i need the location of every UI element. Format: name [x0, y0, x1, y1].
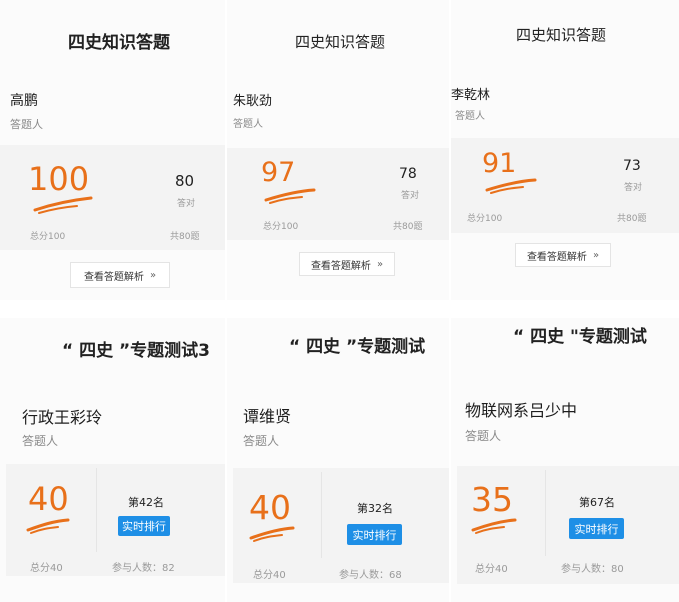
quiz-title: 四史知识答题 — [516, 26, 607, 44]
answerer-name: 行政王彩玲 — [22, 408, 103, 427]
correct-count: 80 — [175, 172, 195, 190]
correct-label: 答对 — [177, 199, 196, 209]
total-score-label: 总分100 — [467, 214, 503, 224]
quiz-title: 四史知识答题 — [295, 33, 386, 51]
view-analysis-button[interactable]: 查看答题解析 » — [515, 243, 611, 267]
quiz-title: “ 四史 "专题测试 — [513, 327, 647, 347]
live-ranking-button[interactable]: 实时排行 — [118, 516, 170, 536]
rank-value: 第67名 — [579, 496, 615, 509]
score-swoosh-icon — [249, 526, 295, 542]
card-divider — [96, 468, 97, 552]
bottom-card-3: “ 四史 "专题测试 物联网系吕少中 答题人 35 第67名 实时排行 总分40… — [451, 318, 679, 602]
bottom-card-2: “ 四史 ”专题测试 谭维贤 答题人 40 第32名 实时排行 总分40 参与人… — [227, 318, 449, 602]
answerer-name: 谭维贤 — [243, 407, 292, 426]
score-value: 100 — [28, 160, 90, 198]
bottom-card-1: “ 四史 ”专题测试3 行政王彩玲 答题人 40 第42名 实时排行 总分40 … — [0, 318, 225, 602]
live-ranking-button[interactable]: 实时排行 — [569, 518, 624, 539]
total-score-label: 总分40 — [475, 564, 508, 575]
live-ranking-button[interactable]: 实时排行 — [347, 524, 402, 545]
score-value: 35 — [471, 480, 513, 519]
score-value: 91 — [482, 148, 517, 179]
chevron-down-icon: » — [149, 269, 157, 281]
total-score-label: 总分100 — [263, 222, 299, 232]
correct-label: 答对 — [624, 183, 643, 193]
answerer-role-label: 答题人 — [465, 429, 502, 443]
question-count-label: 共80题 — [170, 232, 200, 242]
top-card-1: 四史知识答题 高鹏 答题人 100 80 答对 总分100 共80题 查看答题解… — [0, 0, 225, 300]
score-swoosh-icon — [471, 518, 517, 534]
correct-count: 78 — [399, 166, 417, 182]
quiz-title: 四史知识答题 — [68, 33, 170, 53]
total-score-label: 总分40 — [30, 563, 63, 574]
question-count-label: 共80题 — [393, 222, 423, 232]
top-card-3: 四史知识答题 李乾林 答题人 91 73 答对 总分100 共80题 查看答题解… — [451, 0, 679, 300]
correct-label: 答对 — [401, 191, 420, 201]
card-divider — [321, 472, 322, 558]
question-count-label: 共80题 — [617, 214, 647, 224]
score-value: 97 — [261, 157, 296, 188]
answerer-name: 高鹏 — [10, 93, 38, 109]
view-analysis-label: 查看答题解析 — [83, 271, 144, 283]
view-analysis-button[interactable]: 查看答题解析 » — [299, 252, 395, 276]
score-value: 40 — [28, 480, 69, 518]
answerer-name: 物联网系吕少中 — [465, 401, 578, 420]
view-analysis-label: 查看答题解析 — [526, 251, 587, 263]
chevron-down-icon: » — [592, 249, 600, 261]
view-analysis-label: 查看答题解析 — [310, 260, 371, 272]
participants-label: 参与人数：80 — [561, 564, 624, 575]
correct-count: 73 — [623, 158, 641, 174]
score-swoosh-icon — [33, 196, 93, 214]
answerer-role-label: 答题人 — [233, 119, 263, 130]
total-score-label: 总分100 — [30, 232, 66, 242]
chevron-down-icon: » — [376, 258, 384, 270]
participants-label: 参与人数：82 — [112, 563, 175, 574]
score-swoosh-icon — [26, 518, 70, 534]
rank-value: 第32名 — [357, 502, 393, 515]
answerer-name: 朱耿劲 — [233, 94, 273, 109]
answerer-name: 李乾林 — [451, 88, 491, 103]
rank-value: 第42名 — [128, 496, 164, 509]
card-divider — [545, 470, 546, 556]
score-value: 40 — [249, 488, 291, 527]
participants-label: 参与人数：68 — [339, 570, 402, 581]
score-swoosh-icon — [485, 178, 537, 194]
quiz-title: “ 四史 ”专题测试 — [289, 337, 426, 357]
score-swoosh-icon — [264, 188, 316, 204]
answerer-role-label: 答题人 — [10, 118, 43, 131]
answerer-role-label: 答题人 — [22, 434, 59, 448]
top-card-2: 四史知识答题 朱耿劲 答题人 97 78 答对 总分100 共80题 查看答题解… — [227, 0, 449, 300]
view-analysis-button[interactable]: 查看答题解析 » — [70, 262, 170, 288]
answerer-role-label: 答题人 — [455, 111, 485, 122]
total-score-label: 总分40 — [253, 570, 286, 581]
answerer-role-label: 答题人 — [243, 434, 280, 448]
quiz-title: “ 四史 ”专题测试3 — [62, 341, 211, 361]
